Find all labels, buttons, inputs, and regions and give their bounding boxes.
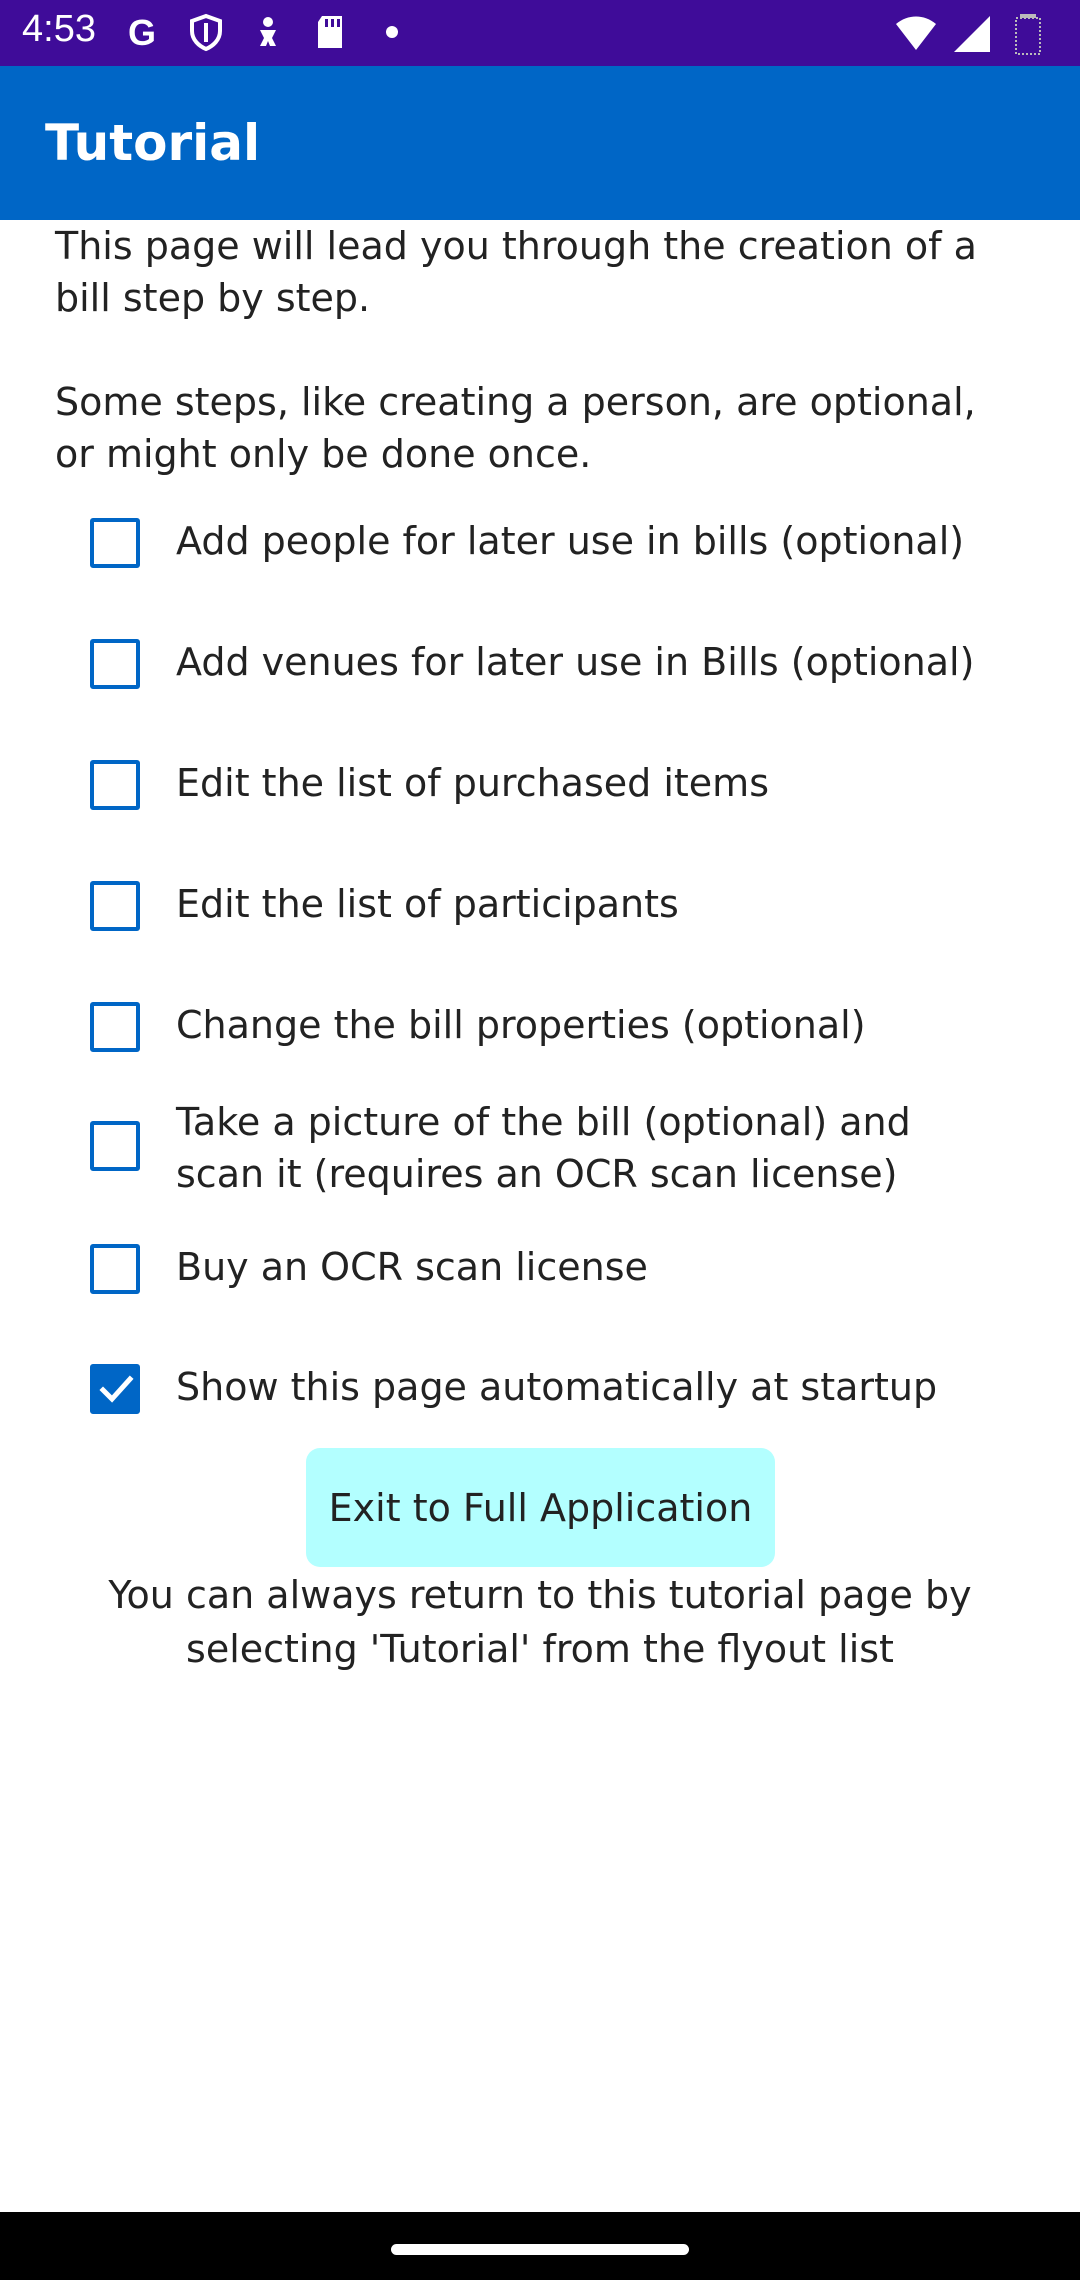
step-participants[interactable]: Edit the list of participants	[0, 863, 1080, 943]
step-label: Edit the list of purchased items	[176, 761, 769, 805]
navigation-bar	[0, 2212, 1080, 2280]
app-bar: Tutorial	[0, 66, 1080, 220]
intro-paragraph-1: This page will lead you through the crea…	[55, 224, 977, 320]
status-time: 4:53	[22, 8, 96, 50]
step-label: Change the bill properties (optional)	[176, 1003, 866, 1047]
checkbox-show-at-startup[interactable]	[90, 1364, 140, 1414]
home-gesture-handle[interactable]	[391, 2244, 689, 2255]
svg-text:G: G	[128, 12, 156, 52]
checkbox-bill-properties[interactable]	[90, 1002, 140, 1052]
shield-icon	[186, 12, 230, 56]
sd-card-icon	[310, 12, 354, 56]
step-add-venues[interactable]: Add venues for later use in Bills (optio…	[0, 621, 1080, 701]
footer-note: You can always return to this tutorial p…	[108, 1573, 972, 1671]
step-take-picture[interactable]: Take a picture of the bill (optional) an…	[0, 1100, 1080, 1200]
step-buy-license[interactable]: Buy an OCR scan license	[0, 1226, 1080, 1306]
status-icons-left: G	[124, 12, 416, 56]
checkbox-buy-license[interactable]	[90, 1244, 140, 1294]
dog-icon	[248, 12, 292, 56]
checkbox-add-people[interactable]	[90, 518, 140, 568]
step-label: Take a picture of the bill (optional) an…	[176, 1100, 911, 1196]
step-bill-properties[interactable]: Change the bill properties (optional)	[0, 984, 1080, 1064]
intro-paragraph-2: Some steps, like creating a person, are …	[55, 380, 976, 476]
step-label: Add venues for later use in Bills (optio…	[176, 640, 975, 684]
checkbox-take-picture[interactable]	[90, 1121, 140, 1171]
page-title: Tutorial	[45, 114, 261, 172]
step-label: Edit the list of participants	[176, 882, 679, 926]
battery-icon	[1006, 12, 1050, 56]
step-label: Add people for later use in bills (optio…	[176, 519, 965, 563]
signal-icon	[950, 12, 994, 56]
wifi-icon	[894, 12, 938, 56]
step-add-people[interactable]: Add people for later use in bills (optio…	[0, 500, 1080, 580]
step-purchased-items[interactable]: Edit the list of purchased items	[0, 742, 1080, 822]
status-bar: 4:53 G	[0, 0, 1080, 66]
step-label: Buy an OCR scan license	[176, 1245, 648, 1289]
step-label: Show this page automatically at startup	[176, 1365, 938, 1409]
step-show-at-startup[interactable]: Show this page automatically at startup	[0, 1346, 1080, 1426]
dot-icon	[372, 12, 416, 56]
checkmark-icon	[99, 1375, 134, 1403]
checkbox-participants[interactable]	[90, 881, 140, 931]
exit-to-full-application-button[interactable]: Exit to Full Application	[306, 1448, 775, 1567]
google-icon: G	[124, 12, 168, 56]
status-icons-right	[894, 12, 1050, 56]
checkbox-purchased-items[interactable]	[90, 760, 140, 810]
checkbox-add-venues[interactable]	[90, 639, 140, 689]
